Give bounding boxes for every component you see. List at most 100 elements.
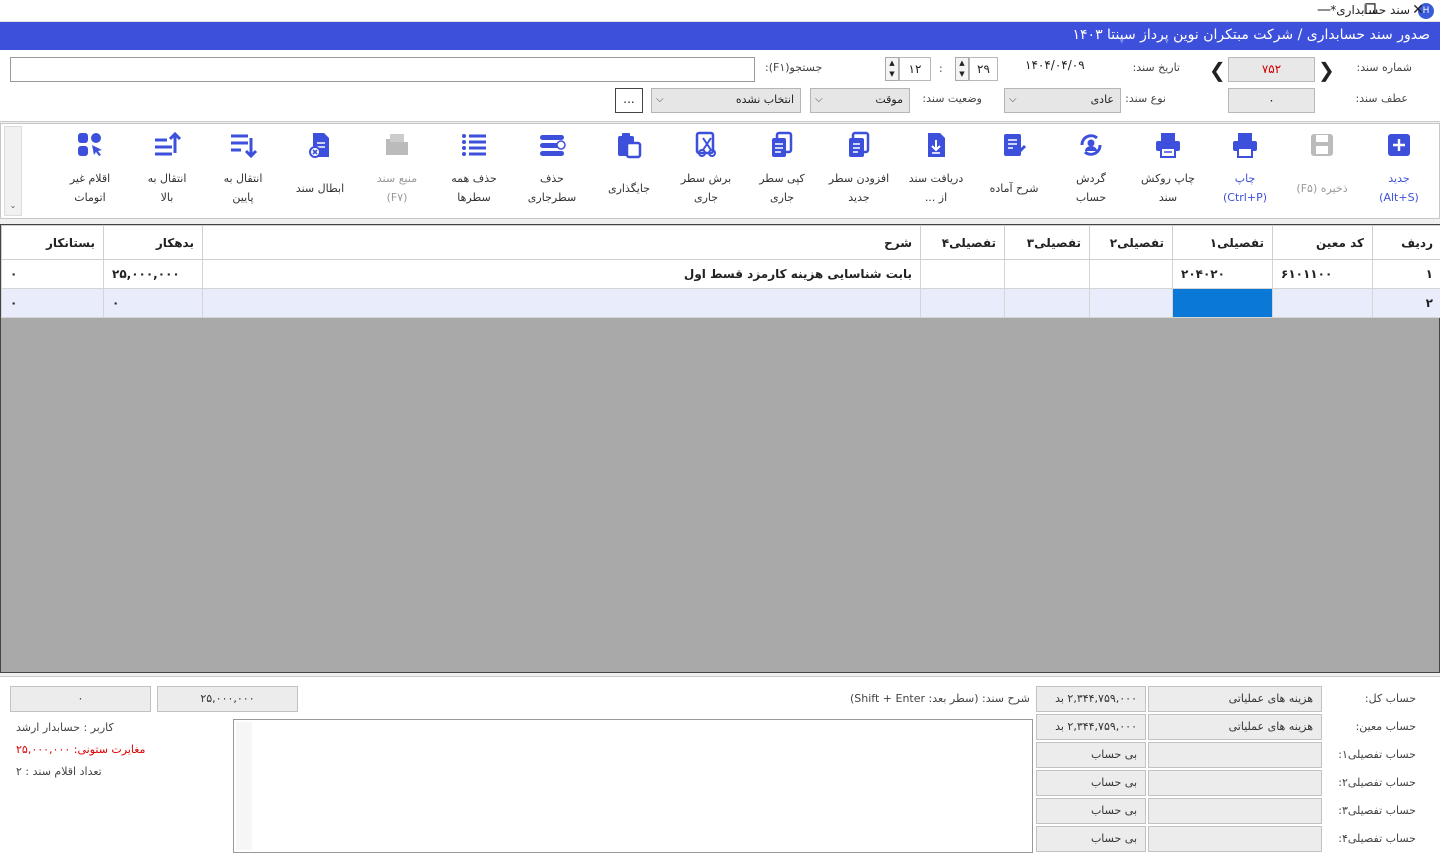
detail3-account-balance: بی حساب (1036, 798, 1146, 824)
col-header-debit[interactable]: بدهکار (103, 225, 203, 260)
sum-debit-field: ۲۵,۰۰۰,۰۰۰ (157, 686, 298, 712)
toolbar-button-source-folder[interactable]: منبع سند (F۷) (361, 128, 433, 212)
cell-debit[interactable]: ۰ (103, 288, 203, 318)
chevron-down-icon: ⌵ (815, 94, 823, 105)
cell-moein-code[interactable] (1272, 288, 1373, 318)
ref-field[interactable]: ۰ (1228, 88, 1315, 113)
toolbar-button-move-up[interactable]: انتقال به بالا (131, 128, 203, 212)
col-header-description[interactable]: شرح (202, 225, 921, 260)
sum-credit-field: ۰ (10, 686, 151, 712)
close-window-button[interactable]: ✕ (1396, 0, 1440, 22)
detail3-account-field[interactable] (1148, 798, 1322, 824)
toolbar-button-cancel-doc[interactable]: ابطال سند (284, 128, 356, 212)
toolbar-button-edit-note[interactable]: شرح آماده (978, 128, 1050, 212)
memo-textarea[interactable] (233, 719, 1033, 853)
table-row[interactable]: ۰ ۲۵,۰۰۰,۰۰۰ بابت شناسایی هزینه کارمزد ق… (1, 259, 1440, 289)
detail4-account-field[interactable] (1148, 826, 1322, 852)
toolbar-button-non-auto-items[interactable]: اقلام غیر اتومات (54, 128, 126, 212)
page-title: صدور سند حسابداری / شرکت مبتکران نوین پر… (1072, 27, 1430, 43)
cell-detail2[interactable] (1089, 259, 1173, 289)
toolbar-button-delete-all[interactable]: حذف همه سطرها (438, 128, 510, 212)
toolbar-button-copy[interactable]: کپی سطر جاری (746, 128, 818, 212)
col-header-detail4[interactable]: تفصیلی۴ (920, 225, 1005, 260)
toolbar-button-move-down[interactable]: انتقال به پایین (207, 128, 279, 212)
cell-detail1[interactable]: ۲۰۴۰۲۰ (1172, 259, 1273, 289)
hour-spinner-icon[interactable]: ▲ ▼ (955, 57, 969, 81)
col-header-detail1[interactable]: تفصیلی۱ (1172, 225, 1273, 260)
memo-scrollbar[interactable] (236, 722, 252, 850)
document-grid[interactable]: بستانکار بدهکار شرح تفصیلی۴ تفصیلی۳ تفصی… (0, 224, 1440, 673)
add-row-icon (849, 131, 870, 157)
cell-moein-code[interactable]: ۶۱۰۱۱۰۰ (1272, 259, 1373, 289)
cell-detail3[interactable] (1004, 288, 1090, 318)
doc-number-field[interactable]: ۷۵۲ (1228, 57, 1315, 82)
toolbar-button-download-doc[interactable]: دریافت سند از ... (900, 128, 972, 212)
cell-detail3[interactable] (1004, 259, 1090, 289)
cancel-doc-icon (309, 133, 329, 158)
toolbar-label: منبع سند (376, 172, 418, 185)
cell-description[interactable] (202, 288, 921, 318)
detail2-account-field[interactable] (1148, 770, 1322, 796)
detail1-account-field[interactable] (1148, 742, 1322, 768)
col-header-moein-code[interactable]: کد معین (1272, 225, 1373, 260)
minute-field[interactable]: ۱۲ (899, 57, 931, 81)
page-header: صدور سند حسابداری / شرکت مبتکران نوین پر… (0, 22, 1440, 50)
toolbar-button-save[interactable]: ذخیره (F۵) (1286, 128, 1358, 212)
hour-field[interactable]: ۲۹ (969, 57, 998, 81)
scroll-down-icon[interactable]: ⌄ (5, 201, 21, 210)
toolbar-button-print[interactable]: چاپ (Ctrl+P) (1209, 128, 1281, 212)
status-select[interactable]: موقت ⌵ (810, 88, 910, 113)
minute-spinner-icon[interactable]: ▲ ▼ (885, 57, 899, 81)
cut-icon (695, 131, 716, 157)
toolbar-button-add-row[interactable]: افزودن سطر جدید (823, 128, 895, 212)
toolbar-button-account-cycle[interactable]: گردش حساب (1055, 128, 1127, 212)
toolbar-label-line2: سند (1158, 191, 1178, 204)
restore-window-button[interactable]: ❐ (1348, 0, 1392, 22)
col-header-credit[interactable]: بستانکار (1, 225, 104, 260)
save-icon (1311, 134, 1333, 156)
cell-row-number[interactable]: ۲ (1372, 288, 1440, 318)
chevron-down-icon: ⌵ (1009, 94, 1017, 105)
cell-detail2[interactable] (1089, 288, 1173, 318)
cell-detail4[interactable] (920, 259, 1005, 289)
col-header-detail2[interactable]: تفصیلی۲ (1089, 225, 1173, 260)
toolbar-button-plus[interactable]: جدید (Alt+S) (1363, 128, 1435, 212)
toolbar-button-cut[interactable]: برش سطر جاری (670, 128, 742, 212)
copy-icon (772, 131, 793, 157)
minimize-window-button[interactable]: — (1302, 0, 1346, 22)
total-account-field[interactable]: هزینه های عملیاتی (1148, 686, 1322, 712)
detail1-account-balance: بی حساب (1036, 742, 1146, 768)
toolbar-label-line2: سطرجاری (527, 191, 577, 204)
toolbar-button-delete-row[interactable]: حذف سطرجاری (516, 128, 588, 212)
cell-detail4[interactable] (920, 288, 1005, 318)
main-toolbar: ⌄ جدید (Alt+S) ذخیره (F۵) چاپ (Ctrl+P) چاپ رو… (0, 123, 1440, 219)
table-row[interactable]: ۰ ۰ ۲ (1, 288, 1440, 318)
toolbar-label: ابطال سند (295, 182, 345, 195)
detail4-account-label: حساب تفصیلی۴: (1338, 832, 1416, 845)
col-header-detail3[interactable]: تفصیلی۳ (1004, 225, 1090, 260)
prev-doc-chevron-icon[interactable]: ❮ (1209, 58, 1226, 82)
cell-description[interactable]: بابت شناسایی هزینه کارمزد قسط اول (202, 259, 921, 289)
cell-row-number[interactable]: ۱ (1372, 259, 1440, 289)
browse-button[interactable]: ... (615, 88, 643, 113)
date-value[interactable]: ۱۴۰۴/۰۴/۰۹ (1025, 58, 1085, 72)
toolbar-label: شرح آماده (989, 182, 1039, 195)
toolbar-label-line2: جاری (693, 191, 719, 204)
next-doc-chevron-icon[interactable]: ❯ (1318, 58, 1335, 82)
toolbar-button-print-cover[interactable]: چاپ روکش سند (1132, 128, 1204, 212)
moein-account-field[interactable]: هزینه های عملیاتی (1148, 714, 1322, 740)
toolbar-scrollbar[interactable]: ⌄ (4, 126, 22, 216)
doc-number-label: شماره سند: (1356, 61, 1412, 74)
cell-credit[interactable]: ۰ (1, 259, 104, 289)
doc-type-select[interactable]: عادی ⌵ (1004, 88, 1121, 113)
cell-debit[interactable]: ۲۵,۰۰۰,۰۰۰ (103, 259, 203, 289)
cell-credit[interactable]: ۰ (1, 288, 104, 318)
toolbar-button-paste[interactable]: جایگذاری (593, 128, 665, 212)
cell-detail1-selected[interactable] (1172, 288, 1273, 318)
toolbar-label-line2: حساب (1075, 191, 1107, 204)
search-input[interactable] (10, 57, 755, 82)
chevron-down-icon: ⌵ (656, 94, 664, 105)
filter-select[interactable]: انتخاب نشده ⌵ (651, 88, 801, 113)
col-header-row-number[interactable]: ردیف (1372, 225, 1440, 260)
toolbar-label: افزودن سطر (828, 172, 890, 185)
